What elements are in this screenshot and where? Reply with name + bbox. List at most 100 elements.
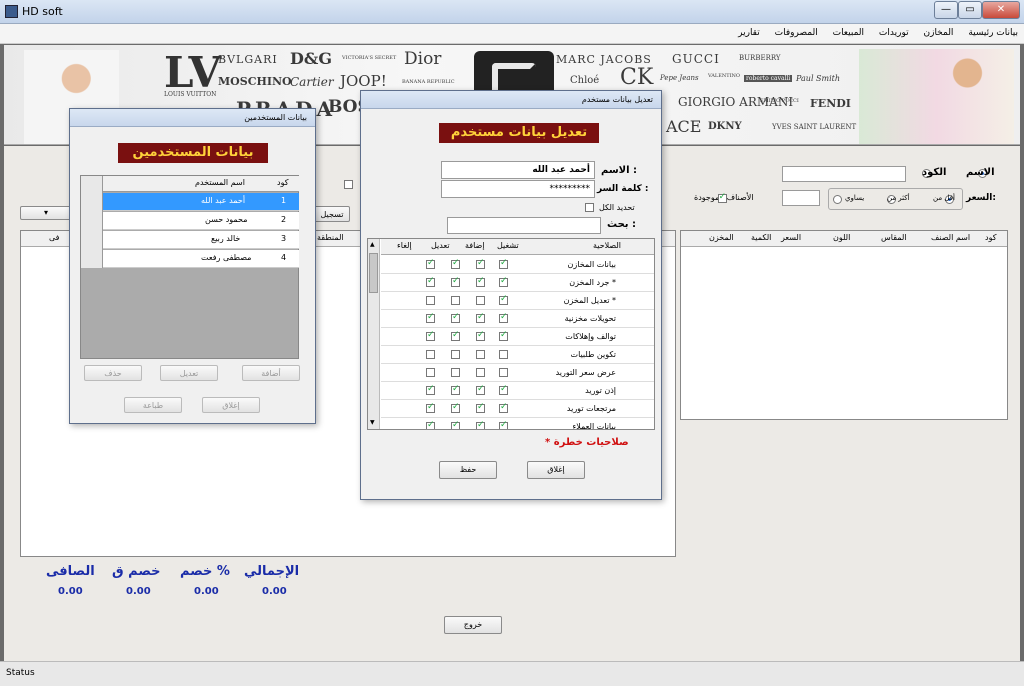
brand-roberto-cavalli: roberto cavalli [744, 75, 793, 82]
search-name-input[interactable] [782, 166, 906, 182]
col-item-name: اسم الصنف [931, 233, 971, 242]
permission-run-checkbox[interactable] [499, 258, 508, 269]
scroll-up-icon[interactable]: ▲ [370, 241, 375, 248]
brand-dior: Dior [404, 49, 442, 69]
code-label: الكود [922, 167, 947, 178]
permission-edit-checkbox[interactable] [451, 402, 460, 413]
brand-moschino: MOSCHINO [218, 75, 292, 88]
permission-edit-checkbox[interactable] [451, 420, 460, 429]
permission-run-checkbox[interactable] [499, 276, 508, 287]
permission-run-checkbox[interactable] [499, 368, 508, 377]
price-input[interactable] [782, 190, 820, 206]
print-users-button[interactable]: طباعة [124, 397, 182, 413]
partial-checkbox[interactable] [344, 180, 353, 189]
permission-run-checkbox[interactable] [499, 384, 508, 395]
menu-expenses[interactable]: المصروفات [769, 24, 824, 42]
users-col-name: اسم المستخدم [195, 178, 245, 187]
close-users-button[interactable]: إغلاق [202, 397, 260, 413]
permission-cancel-checkbox[interactable] [426, 276, 435, 287]
exit-button[interactable]: خروج [444, 616, 502, 634]
permission-edit-checkbox[interactable] [451, 258, 460, 269]
permission-add-checkbox[interactable] [476, 312, 485, 323]
permission-edit-checkbox[interactable] [451, 384, 460, 395]
menu-sales[interactable]: المبيعات [827, 24, 870, 42]
permission-add-checkbox[interactable] [476, 258, 485, 269]
permission-row: جرد المخزن * [381, 274, 654, 292]
add-user-button[interactable]: أضافة [242, 365, 300, 381]
maximize-button[interactable]: ▭ [958, 1, 982, 19]
select-all-checkbox[interactable] [585, 203, 594, 212]
permission-run-checkbox[interactable] [499, 420, 508, 429]
menu-supplies[interactable]: توريدات [873, 24, 915, 42]
scrollbar[interactable]: ▲ ▼ [368, 239, 380, 429]
menu-bar: بيانات رئيسية المخازن توريدات المبيعات ا… [0, 24, 1024, 44]
edit-user-button[interactable]: تعديل [160, 365, 218, 381]
permission-edit-checkbox[interactable] [451, 350, 460, 359]
permissions-grid[interactable]: ▲ ▼ الصلاحية تشغيل إضافة تعديل إلغاء بيا… [367, 238, 655, 430]
equal-label: يساوي [845, 194, 865, 202]
name-field-label: الاسم : [601, 165, 638, 176]
permission-add-checkbox[interactable] [476, 420, 485, 429]
permission-cancel-checkbox[interactable] [426, 312, 435, 323]
close-button[interactable]: ✕ [982, 1, 1020, 19]
delete-user-button[interactable]: حذف [84, 365, 142, 381]
user-row-1[interactable]: 1 أحمد عبد الله [103, 193, 299, 211]
user-row-4[interactable]: 4 مصطفى رفعت [103, 250, 299, 268]
permission-edit-checkbox[interactable] [451, 312, 460, 323]
permission-cancel-checkbox[interactable] [426, 350, 435, 359]
permission-search-input[interactable] [447, 217, 601, 234]
brand-ck: CK [620, 65, 654, 90]
permission-cancel-checkbox[interactable] [426, 420, 435, 429]
permission-add-checkbox[interactable] [476, 384, 485, 395]
col-qty: الكمية [751, 233, 772, 242]
equal-radio[interactable] [833, 195, 842, 204]
save-button[interactable]: حفظ [439, 461, 497, 479]
items-table[interactable]: كود اسم الصنف المقاس اللون السعر الكمية … [680, 230, 1008, 420]
close-edit-button[interactable]: إغلاق [527, 461, 585, 479]
permission-cancel-checkbox[interactable] [426, 296, 435, 305]
permission-edit-checkbox[interactable] [451, 368, 460, 377]
permission-row: تعديل المخزن * [381, 292, 654, 310]
edit-dialog-heading: تعديل بيانات مستخدم [439, 123, 599, 143]
permission-run-checkbox[interactable] [499, 330, 508, 341]
permission-run-checkbox[interactable] [499, 402, 508, 413]
scroll-down-icon[interactable]: ▼ [370, 419, 375, 426]
register-button[interactable]: تسجيل [314, 206, 350, 222]
menu-stores[interactable]: المخازن [917, 24, 959, 42]
user-name-input[interactable]: أحمد عبد الله [441, 161, 595, 179]
menu-main-data[interactable]: بيانات رئيسية [962, 24, 1024, 42]
permission-run-checkbox[interactable] [499, 350, 508, 359]
brand-emilio-pucci: EMILIO PUCCI [760, 98, 799, 104]
scrollbar-thumb[interactable] [369, 253, 378, 293]
permission-add-checkbox[interactable] [476, 276, 485, 287]
name-label: الاسم [966, 167, 995, 178]
permission-run-checkbox[interactable] [499, 294, 508, 305]
permission-run-checkbox[interactable] [499, 312, 508, 323]
permission-cancel-checkbox[interactable] [426, 330, 435, 341]
minimize-button[interactable]: — [934, 1, 958, 19]
permission-add-checkbox[interactable] [476, 402, 485, 413]
permission-cancel-checkbox[interactable] [426, 258, 435, 269]
store-dropdown[interactable]: ▾ [20, 206, 72, 220]
users-grid[interactable]: كود اسم المستخدم 1 أحمد عبد الله 2 محمود… [80, 175, 299, 359]
permission-cancel-checkbox[interactable] [426, 402, 435, 413]
password-input[interactable]: ********* [441, 180, 595, 198]
brand-louis-vuitton: LOUIS VUITTON [164, 91, 217, 98]
permission-edit-checkbox[interactable] [451, 276, 460, 287]
user-row-2[interactable]: 2 محمود حسن [103, 212, 299, 230]
permission-edit-checkbox[interactable] [451, 330, 460, 341]
menu-reports[interactable]: تقارير [732, 24, 766, 42]
permission-add-checkbox[interactable] [476, 368, 485, 377]
permission-add-checkbox[interactable] [476, 296, 485, 305]
permission-add-checkbox[interactable] [476, 350, 485, 359]
user-row-3[interactable]: 3 خالد ربيع [103, 231, 299, 249]
available-items-checkbox[interactable] [717, 192, 727, 203]
permission-cancel-checkbox[interactable] [426, 368, 435, 377]
permission-name: تعديل المخزن * [563, 296, 616, 305]
permission-add-checkbox[interactable] [476, 330, 485, 341]
edit-dialog-title: تعديل بيانات مستخدم [581, 95, 653, 104]
permission-edit-checkbox[interactable] [451, 296, 460, 305]
brand-burberry: BURBERRY [739, 54, 781, 62]
col-run: تشغيل [497, 241, 519, 250]
permission-cancel-checkbox[interactable] [426, 384, 435, 395]
